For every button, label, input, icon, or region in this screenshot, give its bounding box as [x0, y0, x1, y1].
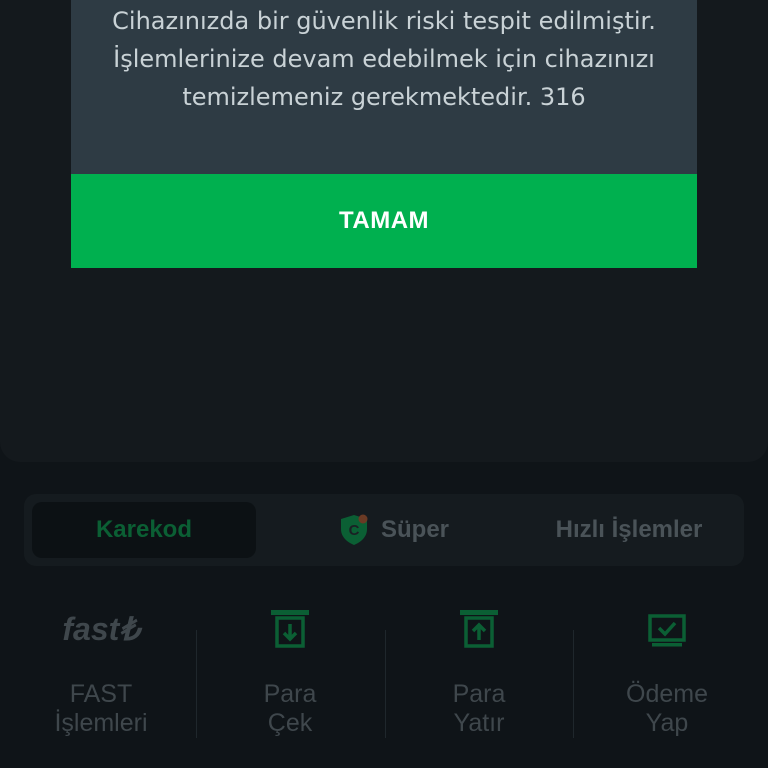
- action-fast-label-line2: İşlemleri: [54, 709, 148, 737]
- withdraw-icon: [271, 610, 309, 648]
- action-para-cek-label-line1: Para: [263, 680, 317, 708]
- action-para-yatir-label: Para Yatır: [384, 680, 574, 738]
- quick-tab-bar: Karekod C Süper Hızlı İşlemler: [24, 494, 744, 566]
- action-fast-label-line1: FAST: [69, 680, 133, 708]
- action-para-cek-label: Para Çek: [195, 680, 385, 738]
- action-para-cek-label-line2: Çek: [267, 709, 313, 737]
- tab-hizli-islemler[interactable]: Hızlı İşlemler: [524, 502, 734, 558]
- action-fast-islemleri[interactable]: fast₺ FAST İşlemleri: [6, 598, 196, 768]
- security-warning-dialog: Cihazınızda bir güvenlik riski tespit ed…: [71, 0, 697, 268]
- tab-karekod-label: Karekod: [95, 516, 193, 543]
- shield-c-icon: C: [340, 514, 368, 545]
- dialog-message-line-2: İşlemlerinize devam edebilmek için cihaz…: [113, 45, 655, 73]
- deposit-icon: [460, 610, 498, 648]
- action-fast-label: FAST İşlemleri: [6, 680, 196, 738]
- action-odeme-yap-label: Ödeme Yap: [572, 680, 762, 738]
- dialog-message: Cihazınızda bir güvenlik riski tespit ed…: [71, 0, 697, 174]
- action-para-cek[interactable]: Para Çek: [195, 598, 385, 768]
- quick-actions: fast₺ FAST İşlemleri Para Çek Para Yatır: [0, 598, 768, 768]
- svg-text:C: C: [349, 522, 360, 539]
- tab-super[interactable]: C Süper: [294, 502, 494, 558]
- tab-hizli-islemler-label: Hızlı İşlemler: [555, 516, 703, 543]
- dialog-message-line-3: temizlemeniz gerekmektedir. 316: [182, 83, 586, 111]
- action-odeme-yap-label-line1: Ödeme: [626, 680, 708, 708]
- fast-logo: fast₺: [62, 611, 140, 647]
- tab-super-label: Süper: [380, 516, 449, 543]
- action-para-yatir-label-line1: Para: [452, 680, 506, 708]
- action-para-yatir[interactable]: Para Yatır: [384, 598, 574, 768]
- payment-check-icon: [648, 614, 686, 647]
- action-odeme-yap[interactable]: Ödeme Yap: [572, 598, 762, 768]
- ok-button[interactable]: TAMAM: [71, 174, 697, 268]
- dialog-message-line-1: Cihazınızda bir güvenlik riski tespit ed…: [112, 7, 656, 35]
- action-para-yatir-label-line2: Yatır: [453, 709, 505, 737]
- action-odeme-yap-label-line2: Yap: [645, 709, 689, 737]
- tab-karekod[interactable]: Karekod: [32, 502, 256, 558]
